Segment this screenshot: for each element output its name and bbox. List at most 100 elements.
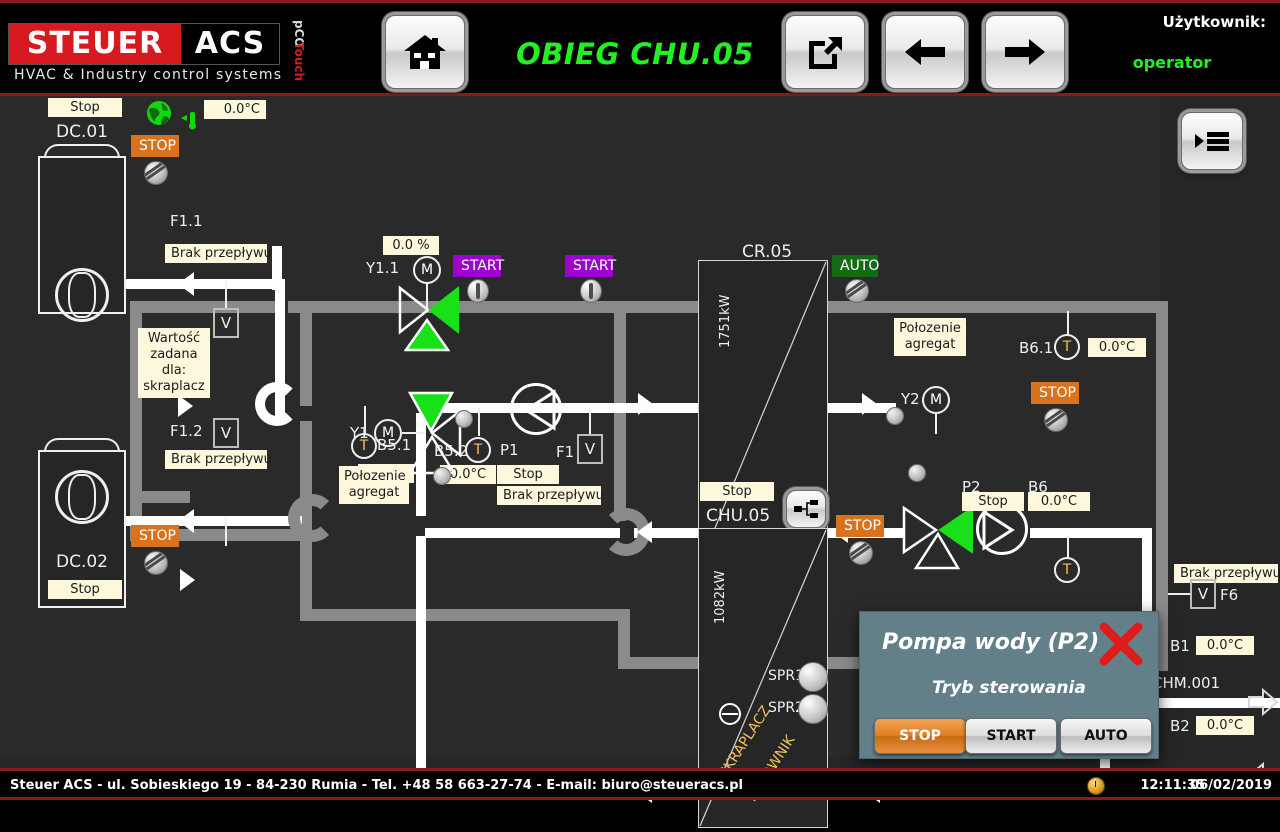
arrow-right-icon <box>1003 37 1047 67</box>
export-button[interactable] <box>785 15 865 89</box>
b61-label: B6.1 <box>1019 339 1054 357</box>
chiller-dc01-status: Stop <box>48 98 122 117</box>
pipe-bridge-gray <box>288 494 336 542</box>
logo-steuer-text: STEUER <box>26 26 164 61</box>
chiller-dc02-mode-badge[interactable]: STOP <box>131 525 179 547</box>
forward-button[interactable] <box>985 15 1065 89</box>
logo-acs: ACS <box>181 24 279 64</box>
cr05-label: CR.05 <box>742 242 793 262</box>
chu05-mode-badge[interactable]: STOP <box>836 515 884 537</box>
p1-status: Stop <box>497 465 559 484</box>
chiller-dc02-fan-blade <box>68 474 96 520</box>
chu05-status: Stop <box>700 482 774 501</box>
y11-valve-bottom <box>403 306 451 356</box>
y2-limit-switch-top[interactable] <box>886 407 904 425</box>
pipe-white-p2-out <box>1030 528 1152 538</box>
dialog-start-button[interactable]: START <box>965 718 1057 754</box>
flow-arrow-gray-left <box>178 395 193 417</box>
f11-valve-symbol[interactable]: V <box>213 308 239 338</box>
f12-valve-symbol[interactable]: V <box>213 418 239 448</box>
pco-touch-text: Touch <box>292 42 306 82</box>
spr2-indicator[interactable] <box>798 694 828 724</box>
hmi-screen: STEUER ACS HVAC & Industry control syste… <box>0 0 1280 828</box>
y2-limit-switch-bottom[interactable] <box>908 464 926 482</box>
flow-arrow-dc02 <box>178 509 194 533</box>
cr05-auto-badge[interactable]: AUTO <box>832 255 879 277</box>
cr05-power: 1751kW <box>718 294 733 348</box>
pipe-white-y1-right <box>425 528 620 538</box>
f11-status: Brak przepływu <box>165 244 272 263</box>
b6-sensor-symbol[interactable]: T <box>1054 557 1080 583</box>
chu05-network-button[interactable] <box>786 490 826 528</box>
cr05-position-note: Połozenie agregat <box>894 318 966 356</box>
chu05-knob[interactable] <box>849 541 873 565</box>
thermometer-icon <box>181 110 199 134</box>
p2-knob[interactable] <box>1044 408 1068 432</box>
b61-sensor-symbol[interactable]: T <box>1054 334 1080 360</box>
p2-status: Stop <box>962 492 1024 511</box>
logo-box: STEUER ACS <box>8 23 280 65</box>
header-bar: STEUER ACS HVAC & Industry control syste… <box>0 0 1280 96</box>
user-name: operator <box>1132 53 1212 72</box>
flow-arrow-y1-left <box>637 521 652 543</box>
flow-arrow-gray-bottomleft <box>180 569 195 591</box>
f11-stem <box>225 281 227 309</box>
y2-actuator[interactable]: M <box>922 386 950 414</box>
f6-label: F6 <box>1220 586 1239 604</box>
back-button[interactable] <box>885 15 965 89</box>
process-diagram: Stop DC.01 0.0°C STOP F1.1 V Brak przepł… <box>0 96 1280 828</box>
p2-pump-impeller <box>976 503 1028 559</box>
chiller-dc01-mode-badge[interactable]: STOP <box>131 135 179 157</box>
chiller-dc02-label: DC.02 <box>56 552 108 572</box>
y11-label: Y1.1 <box>366 259 400 277</box>
f1-start-badge[interactable]: START <box>565 255 616 277</box>
y11-actuator[interactable]: M <box>413 256 441 284</box>
chu05-label: CHU.05 <box>706 506 771 526</box>
dialog-auto-button[interactable]: AUTO <box>1060 718 1152 754</box>
chiller-dc02-knob[interactable] <box>144 551 168 575</box>
f1-switch-icon[interactable] <box>580 279 602 303</box>
spr1-indicator[interactable] <box>798 662 828 692</box>
y1-limit-switch-bottom[interactable] <box>433 467 451 485</box>
pipe-gray-vert-a <box>300 301 312 406</box>
f1-valve-symbol[interactable]: V <box>577 434 603 464</box>
y1-position-note-line-1: Połozenie <box>344 469 406 484</box>
y1-limit-switch-top[interactable] <box>455 410 473 428</box>
setpoint-note-line-2: zadana dla: <box>150 347 198 378</box>
home-button[interactable] <box>385 15 465 89</box>
chu05-valve-symbol <box>718 702 742 730</box>
b2-value: 0.0°C <box>1196 716 1254 735</box>
pipe-gray-cr-down <box>614 421 626 521</box>
pipe-white-down-left <box>275 279 285 394</box>
arrow-left-icon <box>903 37 947 67</box>
y1-valve-top-green <box>407 391 455 439</box>
b1-label: B1 <box>1170 637 1190 655</box>
p1-switch-icon[interactable] <box>467 279 489 303</box>
b6-value: 0.0°C <box>1028 492 1090 511</box>
p1-pump-impeller <box>510 383 562 439</box>
page-title: OBIEG CHU.05 <box>516 37 754 71</box>
user-label: Użytkownik: <box>1162 13 1266 31</box>
f6-valve-symbol[interactable]: V <box>1190 579 1216 609</box>
dialog-subtitle: Tryb sterowania <box>932 678 1086 698</box>
p2-mode-badge[interactable]: STOP <box>1031 382 1079 404</box>
p1-start-badge[interactable]: START <box>453 255 504 277</box>
y1-label: Y1 <box>350 424 369 442</box>
b6-stem <box>1067 536 1069 558</box>
y2-valve-body[interactable] <box>900 502 976 570</box>
cr05-knob[interactable] <box>845 279 869 303</box>
menu-button[interactable] <box>1181 112 1243 170</box>
p1-flow-status: Brak przepływu <box>497 486 604 505</box>
external-link-icon <box>805 33 845 71</box>
p1-label: P1 <box>500 441 519 459</box>
b2-label: B2 <box>1170 717 1190 735</box>
control-mode-dialog[interactable]: Pompa wody (P2) Tryb sterowania STOP STA… <box>859 611 1159 759</box>
pipe-gray-to-chu <box>300 609 630 621</box>
close-x-icon[interactable] <box>1098 622 1144 666</box>
chu05-power: 1082kW <box>713 570 728 624</box>
globe-icon <box>146 100 172 130</box>
dialog-stop-button[interactable]: STOP <box>874 718 966 754</box>
y2-actuator-stem <box>935 414 937 434</box>
chiller-dc01-knob[interactable] <box>144 161 168 185</box>
b52-sensor-symbol[interactable]: T <box>465 437 491 463</box>
